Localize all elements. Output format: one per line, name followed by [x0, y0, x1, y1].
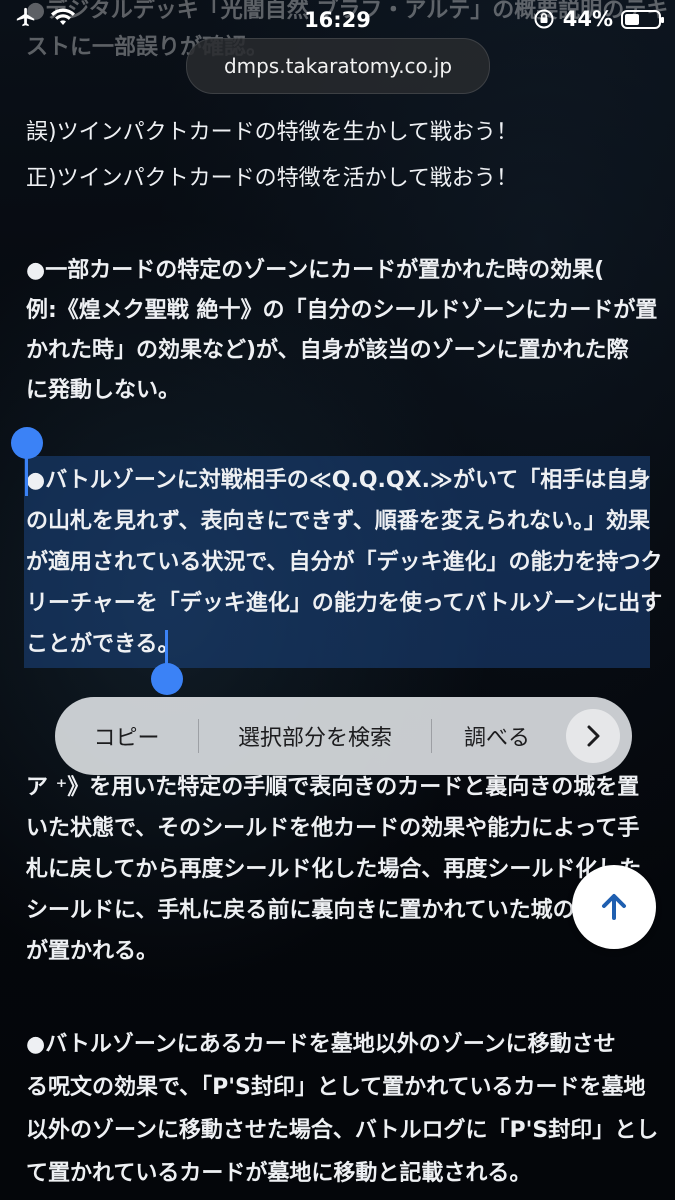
bug3-line: が置かれる。 — [26, 939, 159, 964]
search-selection-label: 選択部分を検索 — [237, 726, 392, 751]
bug4-line: 以外のゾーンに移動させた場合、バトルログに「P'S封印」とし — [26, 1118, 659, 1143]
wrong-line: 誤)ツインパクトカードの特徴を生かして戦おう！ — [26, 120, 518, 145]
status-right: 44% — [533, 7, 664, 31]
bug2-line: の山札を見れず、表向きにできず、順番を変えられない。」効果 — [26, 509, 650, 534]
selection-end-handle[interactable] — [151, 663, 183, 695]
bug4-line: て置かれているカードが墓地に移動と記載される。 — [26, 1161, 532, 1186]
look-up-button[interactable]: 調べる — [432, 697, 562, 775]
search-selection-button[interactable]: 選択部分を検索 — [199, 697, 431, 775]
bug2-line: ことができる。 — [26, 632, 180, 657]
bug1-line: ●一部カードの特定のゾーンにカードが置かれた時の効果( — [26, 258, 605, 283]
look-up-label: 調べる — [463, 726, 530, 751]
bug3-line: シールドに、手札に戻る前に裏向きに置かれていた城の — [26, 898, 575, 923]
menu-more-button[interactable] — [566, 709, 620, 763]
battery-icon — [621, 9, 664, 29]
bug2-line: が適用されている状況で、自分が「デッキ進化」の能力を持つク — [26, 550, 663, 575]
bug4-line: ●バトルゾーンにあるカードを墓地以外のゾーンに移動させ — [26, 1032, 616, 1057]
bug-paragraph-4: ●バトルゾーンにあるカードを墓地以外のゾーンに移動させ る呪文の効果で、「P'S… — [26, 1023, 659, 1195]
battery-fill — [625, 13, 639, 25]
bug4-line: る呪文の効果で、「P'S封印」として置かれているカードを墓地 — [26, 1075, 646, 1100]
correction-paragraph: 誤)ツインパクトカードの特徴を生かして戦おう！ 正)ツインパクトカードの特徴を活… — [26, 114, 656, 197]
bug1-line: かれた時」の効果など)が、自身が該当のゾーンに置かれた際 — [26, 338, 629, 363]
bug2-line: リーチャーを「デッキ進化」の能力を使ってバトルゾーンに出す — [26, 591, 663, 616]
bug2-line: ●バトルゾーンに対戦相手の≪Q.Q.QX.≫がいて「相手は自身 — [26, 468, 651, 493]
status-bar: 16:29 44% — [0, 0, 675, 40]
bug1-line: に発動しない。 — [26, 378, 181, 403]
bug-paragraph-2-selected[interactable]: ●バトルゾーンに対戦相手の≪Q.Q.QX.≫がいて「相手は自身 の山札を見れず、… — [26, 460, 663, 665]
selection-start-caret — [25, 450, 28, 496]
battery-percent: 44% — [562, 7, 613, 31]
copy-label: コピー — [93, 726, 160, 751]
bug1-line: 例:《煌メク聖戦 絶十》の「自分のシールドゾーンにカードが置 — [26, 298, 658, 323]
text-selection-menu: コピー 選択部分を検索 調べる — [55, 697, 632, 775]
bug-paragraph-1: ●一部カードの特定のゾーンにカードが置かれた時の効果( 例:《煌メク聖戦 絶十》… — [26, 251, 658, 411]
arrow-up-icon — [602, 894, 626, 920]
url-bar[interactable]: dmps.takaratomy.co.jp — [186, 38, 490, 94]
correct-line: 正)ツインパクトカードの特徴を活かして戦おう！ — [26, 166, 518, 191]
chevron-right-icon — [587, 725, 600, 747]
scroll-to-top-button[interactable] — [572, 865, 656, 949]
orientation-lock-icon — [534, 9, 554, 29]
url-text: dmps.takaratomy.co.jp — [223, 54, 453, 78]
bug3-line: 札に戻してから再度シールド化した場合、再度シールド化した — [26, 857, 642, 882]
bug3-line: いた状態で、そのシールドを他カードの効果や能力によって手 — [26, 816, 640, 841]
bug-paragraph-3: ア ⁺》を用いた特定の手順で表向きのカードと裏向きの城を置 いた状態で、そのシー… — [26, 767, 656, 972]
battery-cap — [661, 16, 664, 23]
copy-button[interactable]: コピー — [55, 697, 198, 775]
